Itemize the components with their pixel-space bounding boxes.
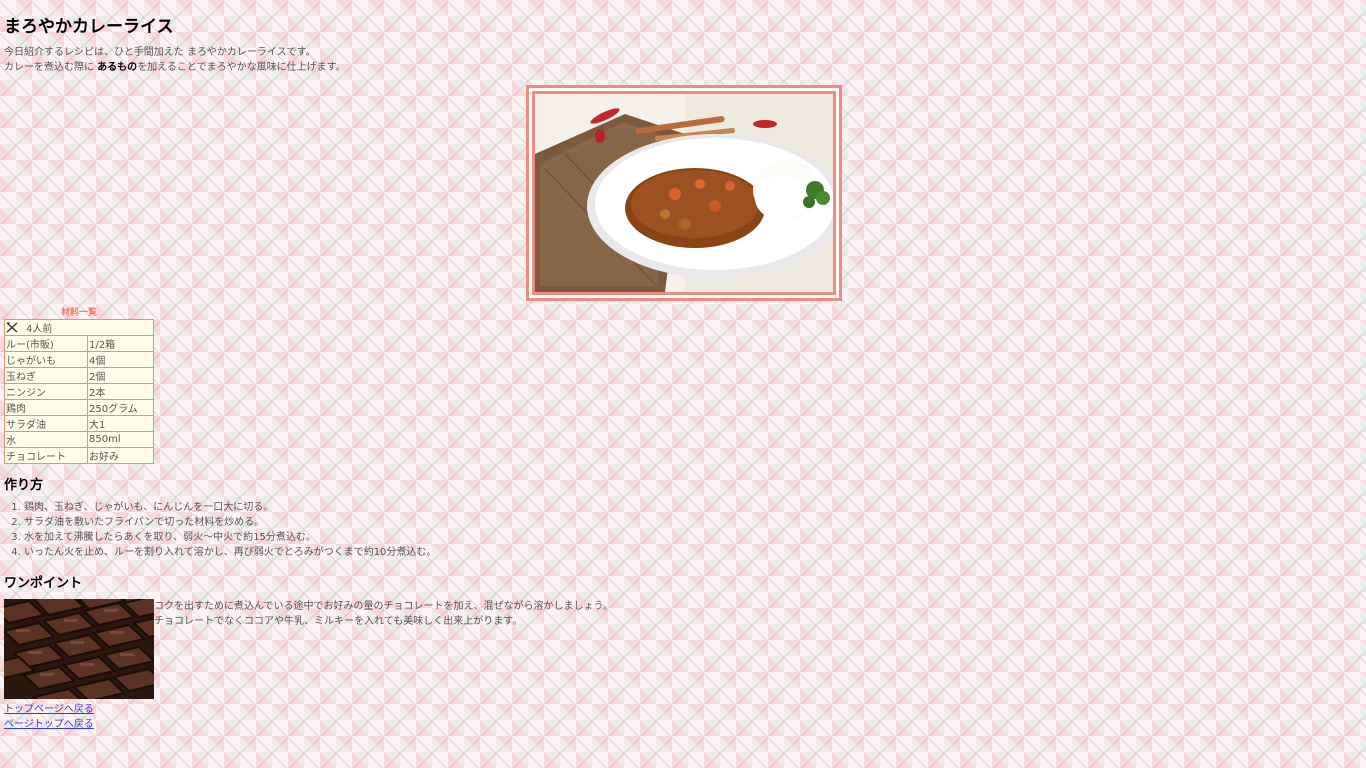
ingredient-amount: 大1: [87, 415, 154, 432]
list-item: 鶏肉、玉ねぎ、じゃがいも、にんじんを一口大に切る。: [24, 500, 436, 515]
intro-line-2: カレーを煮込む際に あるものを加えることでまろやかな風味に仕上げます。: [4, 60, 346, 75]
ingredient-amount: 850ml: [87, 431, 154, 448]
table-row: じゃがいも 4個: [4, 351, 154, 368]
list-item: いったん火を止め、ルーを割り入れて溶かし、再び弱火でとろみがつくまで約10分煮込…: [24, 545, 436, 560]
ingredient-amount: 250グラム: [87, 399, 154, 416]
intro-line-1: 今日紹介するレシピは、ひと手間加えた まろやかカレーライスです。: [4, 47, 316, 58]
ingredient-amount: 2個: [87, 367, 154, 384]
point-line-1: コクを出すために煮込んでいる途中でお好みの量のチョコレートを加え、混ぜながら溶か…: [154, 601, 613, 612]
table-row: チョコレート お好み: [4, 447, 154, 464]
list-item: 水を加えて沸騰したらあくを取り、弱火～中火で約15分煮込む。: [24, 530, 436, 545]
intro-line-2-pre: カレーを煮込む際に: [4, 62, 98, 73]
list-item: サラダ油を敷いたフライパンで切った材料を炒める。: [24, 515, 436, 530]
intro-highlight: あるもの: [97, 62, 138, 73]
page-title: まろやかカレーライス: [4, 17, 174, 37]
method-steps: 鶏肉、玉ねぎ、じゃがいも、にんじんを一口大に切る。 サラダ油を敷いたフライパンで…: [4, 500, 436, 560]
ingredient-name: サラダ油: [4, 415, 88, 432]
point-line-2: チョコレートでなくココアや牛乳、ミルキーを入れても美味しく出来上がります。: [154, 616, 523, 627]
ingredient-amount: お好み: [87, 447, 154, 464]
table-row: 玉ねぎ 2個: [4, 367, 154, 384]
ingredients-caption: 材料一覧: [60, 308, 97, 318]
intro-line-2-post: を加えることでまろやかな風味に仕上げます。: [137, 62, 346, 73]
table-row: 4人前: [4, 319, 154, 336]
servings-cell: 4人前: [4, 319, 154, 336]
page-top-link[interactable]: ページトップへ戻る: [4, 715, 94, 730]
chocolate-photo: [4, 599, 154, 699]
ingredients-table: 4人前 ルー(市販) 1/2箱 じゃがいも 4個 玉ねぎ 2個 ニンジン 2本 鶏肉 25…: [4, 319, 154, 464]
ingredient-name: じゃがいも: [4, 351, 88, 368]
ingredient-amount: 4個: [87, 351, 154, 368]
servings-label: 4人前: [26, 324, 53, 335]
ingredient-name: ルー(市販): [4, 335, 88, 352]
curry-photo-frame: [526, 85, 842, 301]
curry-photo: [532, 91, 836, 295]
ingredient-name: ニンジン: [4, 383, 88, 400]
ingredient-name: 鶏肉: [4, 399, 88, 416]
intro-text: 今日紹介するレシピは、ひと手間加えた まろやかカレーライスです。 カレーを煮込む…: [4, 45, 346, 75]
cutlery-icon: [6, 322, 18, 333]
ingredient-name: 玉ねぎ: [4, 367, 88, 384]
point-heading: ワンポイント: [4, 576, 83, 591]
table-row: サラダ油 大1: [4, 415, 154, 432]
ingredient-name: チョコレート: [4, 447, 88, 464]
table-row: 鶏肉 250グラム: [4, 399, 154, 416]
ingredient-amount: 1/2箱: [87, 335, 154, 352]
point-text: コクを出すために煮込んでいる途中でお好みの量のチョコレートを加え、混ぜながら溶か…: [154, 599, 613, 629]
table-row: 水 850ml: [4, 431, 154, 448]
ingredient-name: 水: [4, 431, 88, 448]
top-page-link[interactable]: トップページへ戻る: [4, 700, 94, 715]
table-row: ニンジン 2本: [4, 383, 154, 400]
method-heading: 作り方: [4, 478, 44, 493]
table-row: ルー(市販) 1/2箱: [4, 335, 154, 352]
ingredient-amount: 2本: [87, 383, 154, 400]
